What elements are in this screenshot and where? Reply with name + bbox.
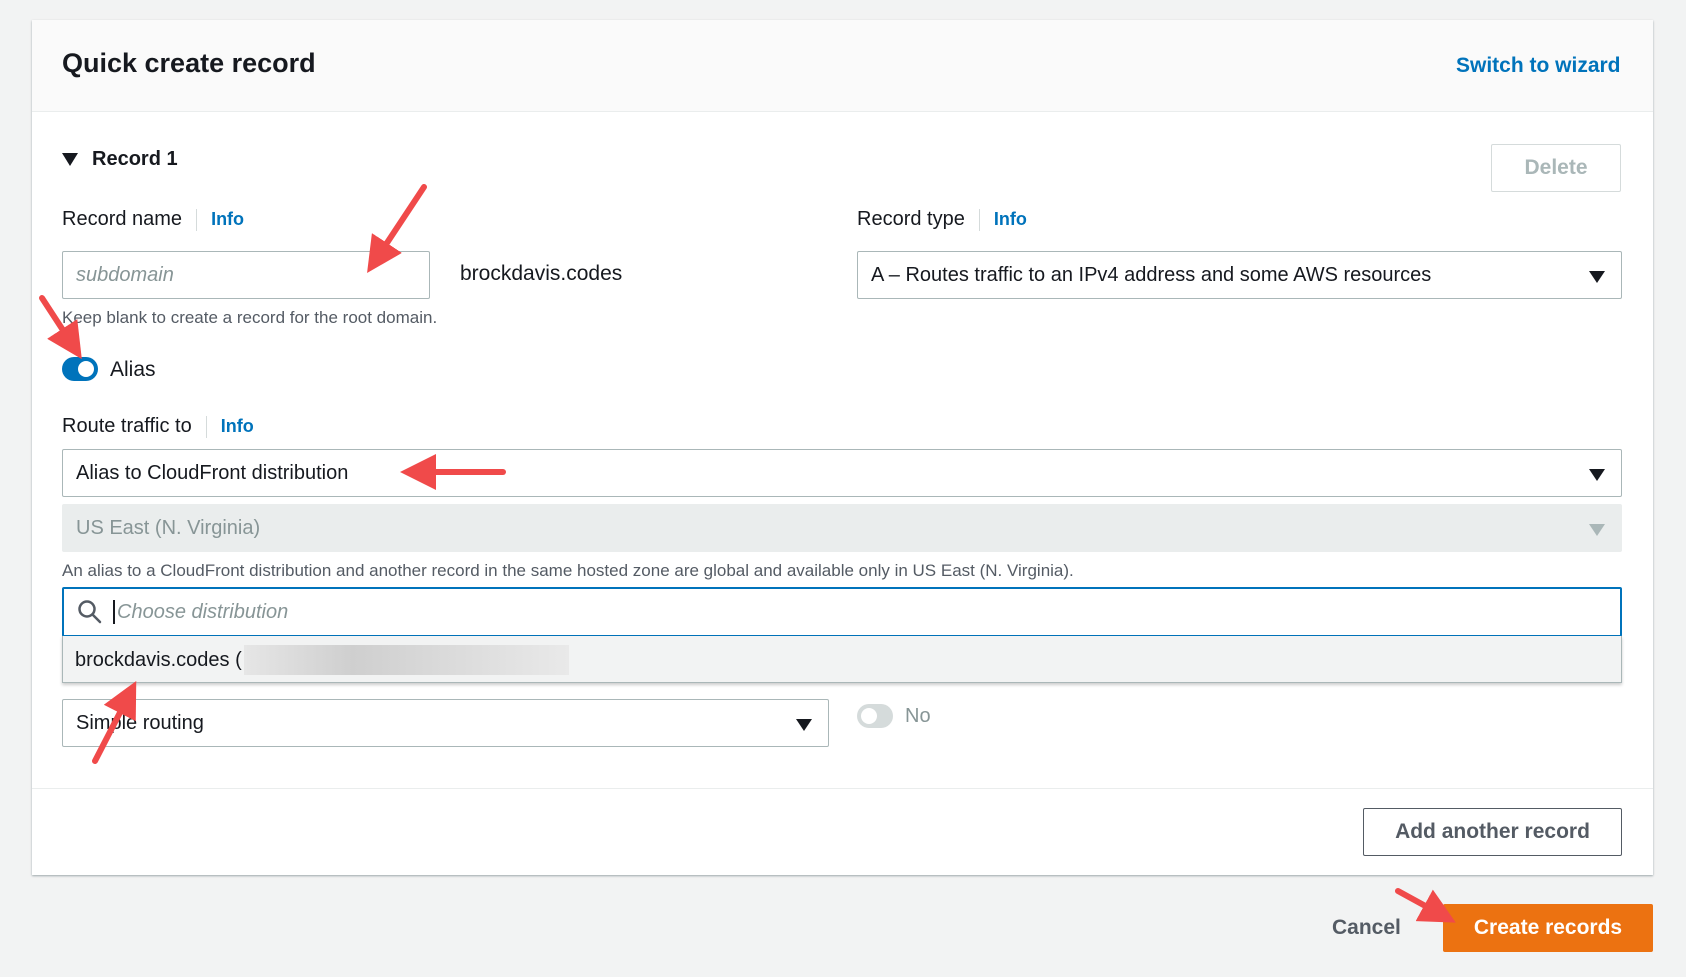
- arrow-to-distribution-option: [92, 681, 137, 764]
- arrow-to-alias-toggle: [39, 295, 82, 360]
- arrow-to-create-button: [1395, 888, 1456, 923]
- arrow-to-record-name: [367, 184, 427, 274]
- annotation-arrows: [39, 184, 1456, 923]
